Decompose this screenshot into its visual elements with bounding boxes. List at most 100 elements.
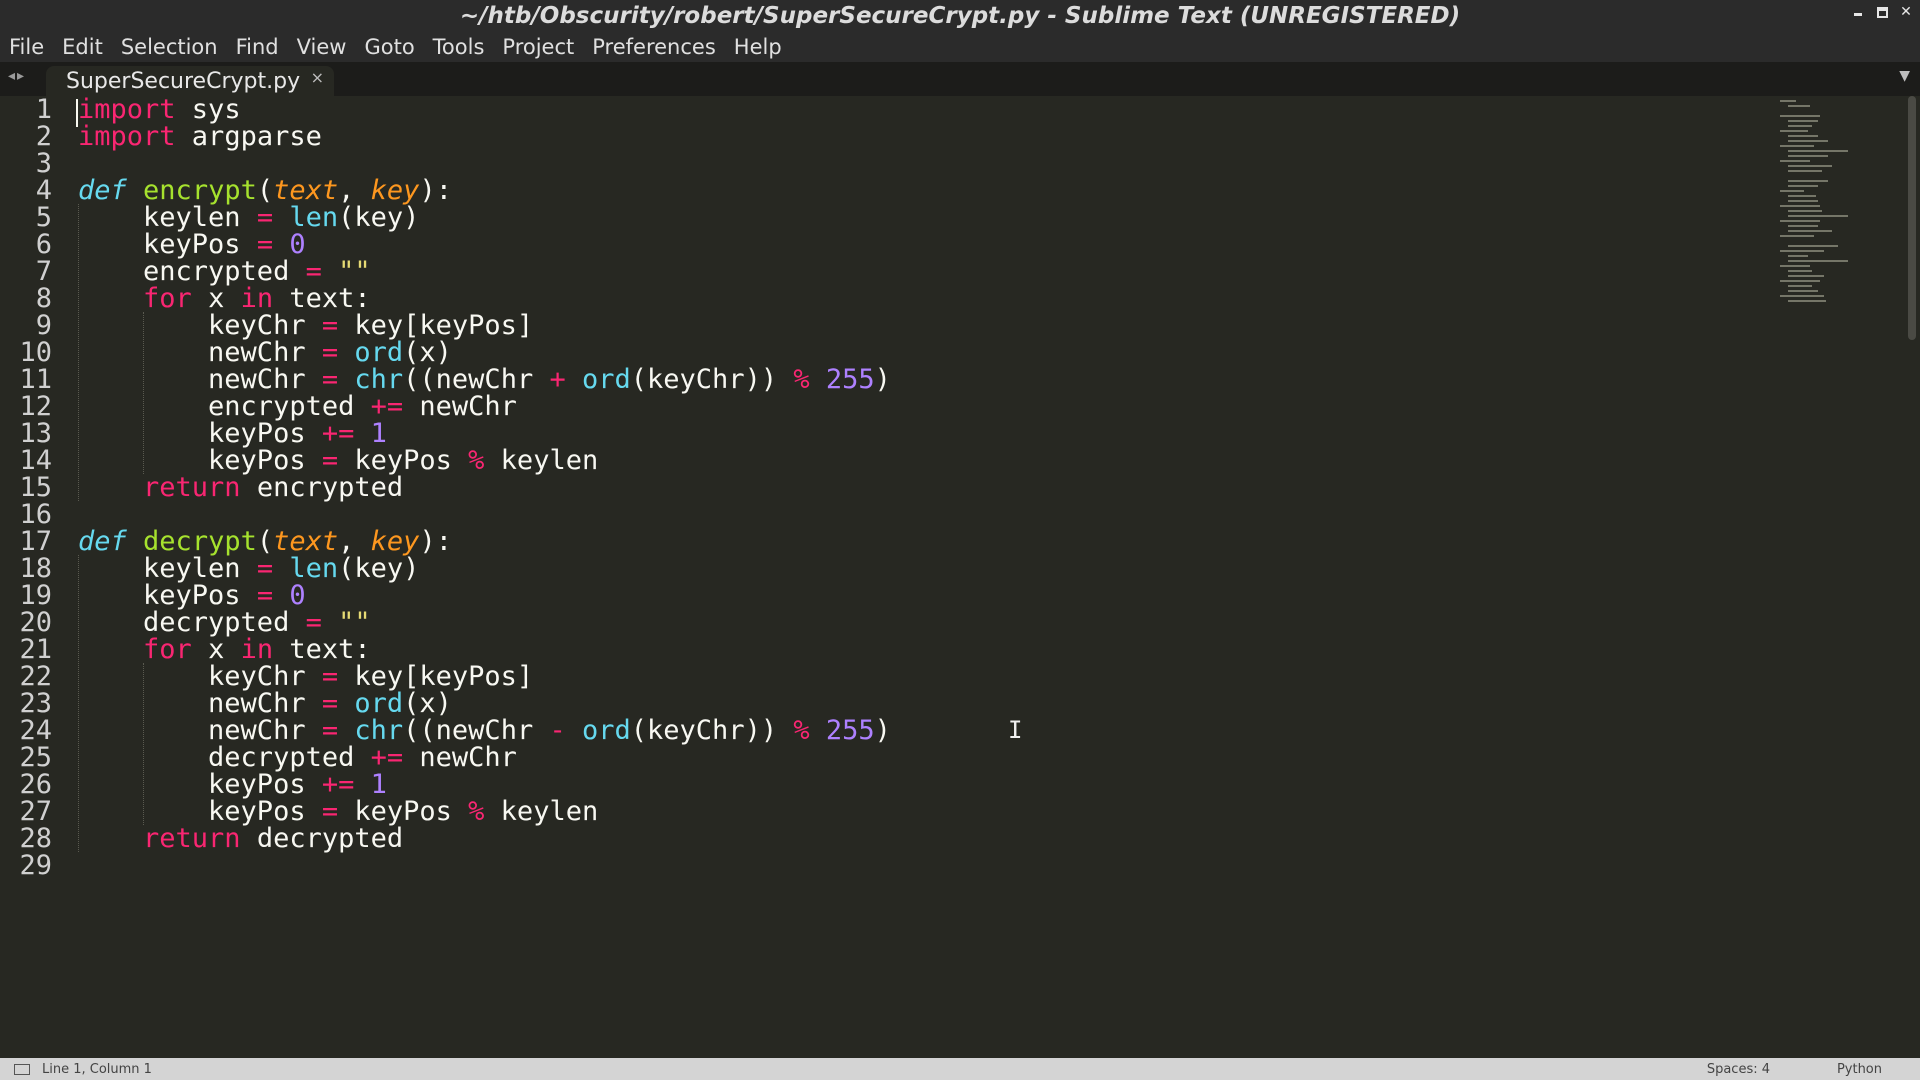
code-line: return decrypted [78,822,403,855]
minimap-line [1780,115,1820,117]
code-token: ): [419,526,452,557]
minimap-line [1788,255,1808,257]
chevron-down-icon[interactable]: ▼ [1899,68,1910,84]
menu-project[interactable]: Project [501,35,575,59]
ibeam-cursor-icon: I [1008,716,1023,744]
menu-edit[interactable]: Edit [61,35,104,59]
code-token: ) [874,715,891,746]
code-token: return [143,472,241,503]
code-line: import argparse [78,120,322,153]
minimap-line [1788,200,1818,202]
minimap-line [1780,145,1814,147]
panel-toggle-icon[interactable] [14,1063,30,1075]
minimap-line [1788,180,1828,182]
minimap-line [1788,105,1810,107]
code-token: ) [874,364,891,395]
tab-label: SuperSecureCrypt.py [66,68,301,94]
minimap-line [1780,235,1814,237]
code-token: ): [419,175,452,206]
menu-view[interactable]: View [296,35,348,59]
code-token: decrypted [240,823,404,854]
minimap-line [1788,195,1816,197]
minimap-line [1788,290,1818,292]
code-token: return [143,823,241,854]
minimap-line [1788,275,1824,277]
code-token: keylen [484,796,599,827]
minimap-line [1788,230,1832,232]
vertical-scrollbar[interactable] [1908,96,1916,340]
title-bar: ~/htb/Obscurity/robert/SuperSecureCrypt.… [0,0,1920,32]
minimap-line [1788,170,1822,172]
code-token: (keyChr)) [630,364,794,395]
minimap-line [1780,295,1824,297]
code-token: % [793,715,810,746]
minimap-line [1788,140,1828,142]
text-caret [76,99,78,127]
maximize-icon[interactable] [1874,4,1890,20]
minimap-line [1788,260,1848,262]
menu-goto[interactable]: Goto [363,35,415,59]
indent-guide [78,555,79,852]
code-token: % [468,796,485,827]
code-token: newChr [403,391,517,422]
code-token: ord [582,715,631,746]
minimap-line [1788,245,1838,247]
code-token: encrypted [240,472,404,503]
minimap-line [1780,205,1820,207]
minimap-line [1788,125,1812,127]
minimize-icon[interactable] [1850,4,1866,20]
minimap-line [1788,225,1818,227]
code-token: import [78,121,176,152]
minimap-line [1780,265,1810,267]
menu-file[interactable]: File [8,35,45,59]
code-line: return encrypted [78,471,403,504]
code-area[interactable]: import sys import argparse def encrypt(tex… [78,96,1780,1058]
minimap-line [1788,270,1812,272]
minimap[interactable] [1780,96,1900,336]
minimap-line [1788,155,1828,157]
indentation-setting[interactable]: Spaces: 4 [1707,1062,1770,1077]
code-token: (key) [338,202,420,233]
minimap-line [1788,285,1812,287]
window-title: ~/htb/Obscurity/robert/SuperSecureCrypt.… [459,3,1461,29]
minimap-line [1780,190,1804,192]
code-token: (key) [338,553,420,584]
syntax-selector[interactable]: Python [1837,1062,1882,1077]
menu-bar: File Edit Selection Find View Goto Tools Projec… [0,32,1920,62]
status-bar: Line 1, Column 1 Spaces: 4 Python [0,1058,1920,1080]
code-token: - [549,715,566,746]
menu-selection[interactable]: Selection [120,35,219,59]
code-token: 255 [825,364,875,395]
menu-find[interactable]: Find [235,35,280,59]
minimap-line [1780,280,1820,282]
code-token: argparse [175,121,322,152]
code-token: ord [582,364,631,395]
tab-bar: ◂▸ SuperSecureCrypt.py × ▼ [0,62,1920,96]
line-number: 29 [19,850,52,881]
minimap-line [1780,100,1796,102]
menu-preferences[interactable]: Preferences [591,35,717,59]
code-token: % [793,364,810,395]
menu-help[interactable]: Help [733,35,783,59]
indent-guide [143,663,144,825]
minimap-line [1788,210,1822,212]
minimap-line [1780,130,1808,132]
code-token: + [549,364,566,395]
menu-tools[interactable]: Tools [432,35,486,59]
minimap-line [1788,150,1848,152]
indent-guide [78,204,79,501]
minimap-line [1788,215,1848,217]
code-token: % [468,445,485,476]
minimap-line [1788,300,1826,302]
arrow-left-right-icon[interactable]: ◂▸ [8,68,26,84]
close-icon[interactable]: × [311,68,324,87]
tab-supersecurecrypt[interactable]: SuperSecureCrypt.py × [46,66,334,96]
line-number-gutter: 1 2 3 4 5 6 7 8 9 10 11 12 13 14 15 16 17 18 19 20 21 22 23 24 2… [0,96,66,1058]
close-icon[interactable]: ✕ [1898,4,1914,20]
code-editor[interactable]: 1 2 3 4 5 6 7 8 9 10 11 12 13 14 15 16 17 18 19 20 21 22 23 24 2… [0,96,1920,1058]
